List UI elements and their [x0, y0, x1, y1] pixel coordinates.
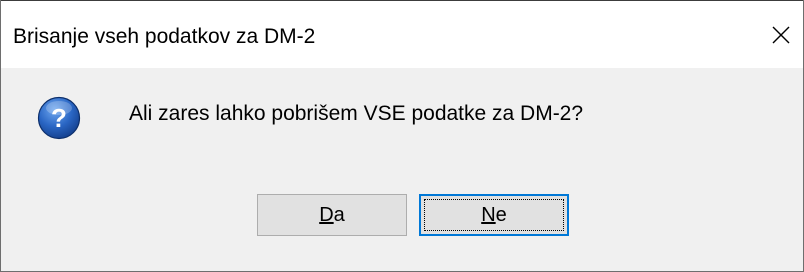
close-icon [772, 26, 790, 44]
yes-label-rest: a [333, 203, 345, 226]
svg-text:?: ? [51, 103, 67, 133]
no-button-label: Ne [481, 204, 507, 226]
no-mnemonic: N [481, 203, 496, 226]
question-icon: ? [37, 96, 81, 140]
no-label-rest: e [495, 203, 507, 226]
yes-mnemonic: D [319, 203, 334, 226]
title-bar: Brisanje vseh podatkov za DM-2 [1, 0, 803, 69]
message-dialog: Brisanje vseh podatkov za DM-2 ? Ali zar… [0, 0, 804, 272]
close-button[interactable] [759, 1, 803, 69]
yes-button-label: Da [319, 204, 345, 226]
message-text: Ali zares lahko pobrišem VSE podatke za … [129, 102, 584, 125]
dialog-body: ? Ali zares lahko pobrišem VSE podatke z… [1, 68, 803, 271]
yes-button[interactable]: Da [257, 194, 407, 236]
no-button[interactable]: Ne [419, 194, 569, 236]
dialog-title: Brisanje vseh podatkov za DM-2 [13, 25, 316, 48]
